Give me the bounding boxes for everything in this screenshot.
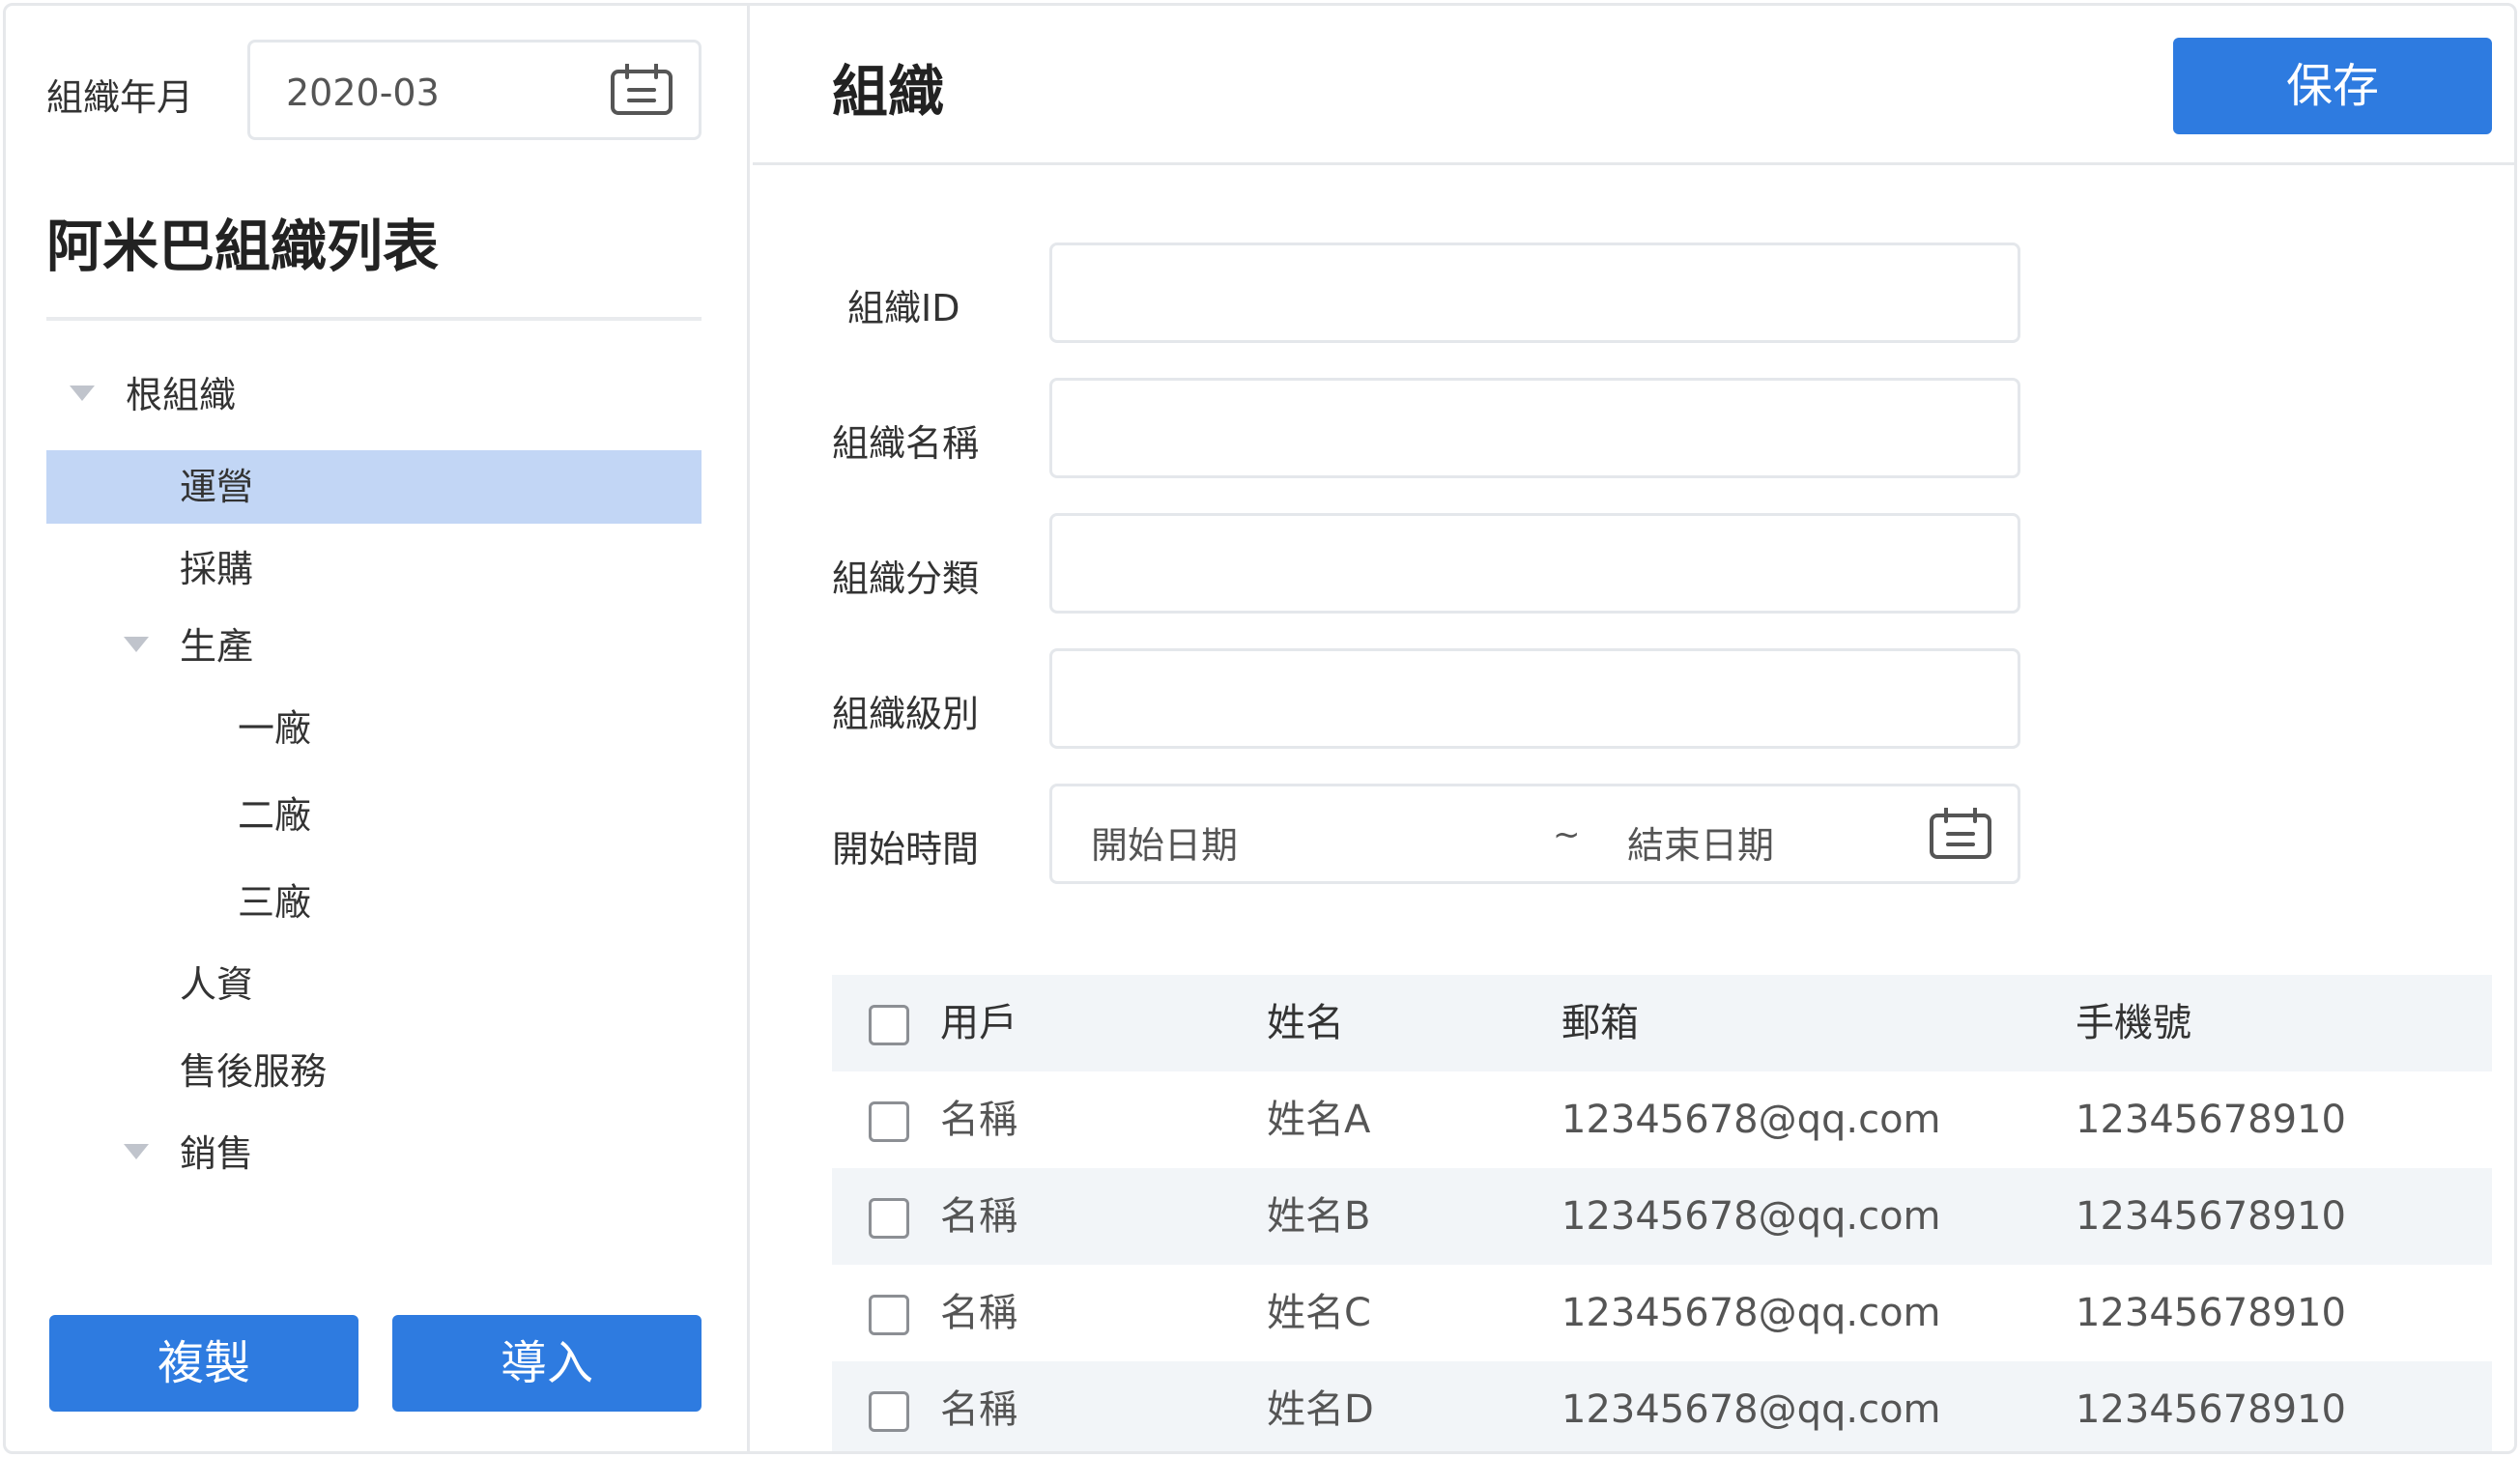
org-category-label: 組織分類: [832, 557, 980, 600]
year-month-picker[interactable]: 2020-03: [247, 40, 702, 140]
org-name-label: 組織名稱: [832, 422, 980, 465]
table-row[interactable]: 名稱 姓名B 12345678@qq.com 12345678910: [832, 1168, 2492, 1265]
cell-user: 名稱: [940, 1098, 1017, 1142]
org-level-label: 組織級別: [832, 693, 980, 735]
org-category-input[interactable]: [1049, 513, 2020, 614]
tree-node-label: 根組織: [126, 374, 237, 416]
tree-node-after-sales[interactable]: 售後服務: [46, 1035, 702, 1108]
end-date-input[interactable]: 結束日期: [1627, 815, 1774, 869]
table-body: 名稱 姓名A 12345678@qq.com 12345678910 名稱 姓名B 1234…: [832, 1071, 2492, 1451]
cell-name: 姓名A: [1267, 1098, 1371, 1142]
tree-node-ops[interactable]: 運營: [46, 450, 702, 524]
header-divider: [753, 162, 2514, 165]
table-row[interactable]: 名稱 姓名D 12345678@qq.com 12345678910: [832, 1361, 2492, 1451]
org-list-title: 阿米巴組織列表: [46, 214, 440, 279]
cell-user: 名稱: [940, 1194, 1017, 1239]
select-all-checkbox[interactable]: [869, 1005, 909, 1045]
cell-email: 12345678@qq.com: [1561, 1194, 1941, 1239]
cell-email: 12345678@qq.com: [1561, 1387, 1941, 1432]
cell-name: 姓名B: [1267, 1194, 1371, 1239]
tree-node-label: 售後服務: [180, 1050, 328, 1093]
copy-button[interactable]: 複製: [49, 1315, 358, 1412]
org-id-input[interactable]: [1049, 243, 2020, 343]
tree-node-purchasing[interactable]: 採購: [46, 532, 702, 606]
org-level-input[interactable]: [1049, 648, 2020, 749]
tree-node-label: 三廠: [238, 881, 312, 924]
cell-phone: 12345678910: [2076, 1387, 2346, 1432]
title-divider: [46, 317, 702, 321]
column-header-user: 用戶: [940, 1001, 1017, 1045]
year-month-value: 2020-03: [286, 71, 440, 114]
tree-node-label: 銷售: [180, 1132, 254, 1175]
tree-node-hr[interactable]: 人資: [46, 948, 702, 1021]
start-time-label: 開始時間: [832, 828, 980, 871]
tree-node-sales[interactable]: 銷售: [46, 1117, 702, 1190]
row-checkbox[interactable]: [869, 1295, 909, 1335]
row-checkbox[interactable]: [869, 1101, 909, 1142]
org-id-label: 組織ID: [847, 287, 960, 329]
column-header-phone: 手機號: [2076, 1001, 2191, 1045]
cell-name: 姓名D: [1267, 1387, 1374, 1432]
tree-node-label: 運營: [180, 466, 254, 508]
cell-phone: 12345678910: [2076, 1098, 2346, 1142]
calendar-icon[interactable]: [1929, 808, 1992, 860]
tree-node-plant-3[interactable]: 三廠: [46, 866, 702, 939]
caret-down-icon[interactable]: [124, 1144, 149, 1159]
org-detail-panel: 組織 保存 組織ID 組織名稱 組織分類 組織級別 開始時間 開始日期 ~ 結束…: [753, 6, 2514, 1451]
tree-node-plant-2[interactable]: 二廠: [46, 779, 702, 852]
caret-down-icon[interactable]: [124, 637, 149, 652]
cell-user: 名稱: [940, 1291, 1017, 1335]
year-month-label: 組織年月: [46, 76, 194, 119]
tree-node-label: 人資: [180, 963, 254, 1006]
range-separator: ~: [1553, 815, 1581, 854]
row-checkbox[interactable]: [869, 1391, 909, 1432]
calendar-icon[interactable]: [610, 64, 673, 116]
column-header-name: 姓名: [1267, 1001, 1344, 1045]
table-header-row: 用戶 姓名 郵箱 手機號: [832, 975, 2492, 1071]
cell-name: 姓名C: [1267, 1291, 1371, 1335]
column-header-email: 郵箱: [1561, 1001, 1639, 1045]
cell-email: 12345678@qq.com: [1561, 1098, 1941, 1142]
row-checkbox[interactable]: [869, 1198, 909, 1239]
caret-down-icon[interactable]: [70, 386, 95, 401]
tree-node-production[interactable]: 生產: [46, 610, 702, 683]
start-date-input[interactable]: 開始日期: [1091, 815, 1238, 869]
cell-email: 12345678@qq.com: [1561, 1291, 1941, 1335]
import-button[interactable]: 導入: [392, 1315, 702, 1412]
save-button[interactable]: 保存: [2173, 38, 2492, 134]
table-row[interactable]: 名稱 姓名C 12345678@qq.com 12345678910: [832, 1265, 2492, 1361]
page-title: 組織: [832, 59, 945, 125]
cell-user: 名稱: [940, 1387, 1017, 1432]
tree-node-root[interactable]: 根組織: [46, 358, 702, 432]
tree-node-label: 生產: [180, 625, 254, 668]
cell-phone: 12345678910: [2076, 1291, 2346, 1335]
tree-node-label: 採購: [180, 548, 254, 590]
tree-node-plant-1[interactable]: 一廠: [46, 692, 702, 765]
app-window: 組織年月 2020-03 阿米巴組織列表 根組織運營採購生產一廠二廠三廠人資售後…: [3, 3, 2517, 1454]
org-list-panel: 組織年月 2020-03 阿米巴組織列表 根組織運營採購生產一廠二廠三廠人資售後…: [6, 6, 750, 1451]
tree-node-label: 二廠: [238, 794, 312, 837]
date-range-picker[interactable]: 開始日期 ~ 結束日期: [1049, 784, 2020, 884]
org-name-input[interactable]: [1049, 378, 2020, 478]
tree-node-label: 一廠: [238, 707, 312, 750]
cell-phone: 12345678910: [2076, 1194, 2346, 1239]
table-row[interactable]: 名稱 姓名A 12345678@qq.com 12345678910: [832, 1071, 2492, 1168]
user-table: 用戶 姓名 郵箱 手機號 名稱 姓名A 12345678@qq.com 1234567…: [832, 975, 2492, 1451]
